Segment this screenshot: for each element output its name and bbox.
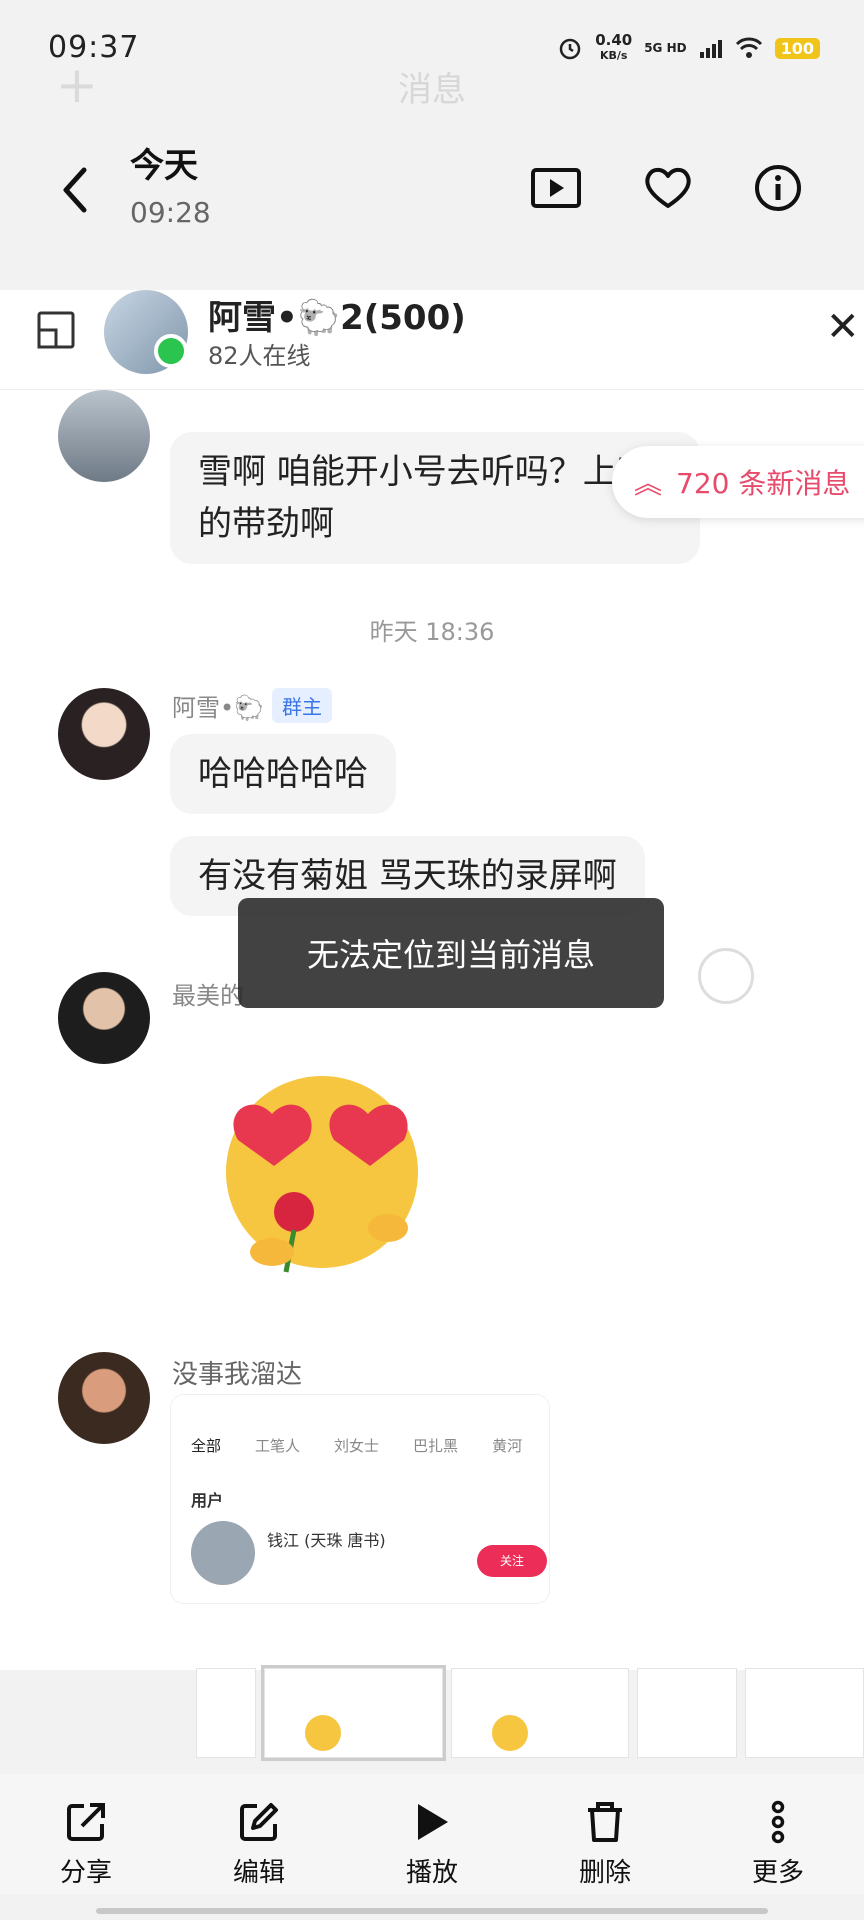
sender-name: 阿雪•🐑 (172, 694, 265, 722)
ghost-app-title: 消息 (398, 70, 466, 110)
back-arrow-icon[interactable] (56, 160, 96, 220)
heart-icon (645, 167, 691, 208)
mini-tabs: 全部 工笔人 刘女士 巴扎黑 黄河 (191, 1435, 522, 1456)
owner-badge: 群主 (272, 688, 332, 723)
float-window-icon[interactable] (36, 310, 76, 350)
speed-value: 0.40 (595, 31, 633, 49)
thumbnail[interactable] (450, 1668, 630, 1758)
edit-button[interactable]: 编辑 (197, 1774, 321, 1894)
timestamp: 昨天 18:36 (369, 618, 495, 646)
select-checkbox[interactable] (698, 948, 754, 1004)
date-title: 今天 (130, 146, 198, 186)
mini-follow-button: 关注 (477, 1545, 547, 1577)
share-button[interactable]: 分享 (24, 1774, 148, 1894)
avatar[interactable] (58, 390, 150, 482)
date-time: 09:28 (130, 196, 211, 229)
status-icons: 0.40 KB/s 5G HD 100 (557, 32, 820, 64)
toast-message: 无法定位到当前消息 (238, 898, 664, 1008)
home-indicator[interactable] (96, 1908, 768, 1914)
mini-tab: 工笔人 (255, 1437, 301, 1455)
group-header: 阿雪•🐑2(500) 82人在线 ✕ (0, 290, 864, 390)
favorite-button[interactable] (638, 158, 698, 218)
info-button[interactable] (748, 158, 808, 218)
delete-button[interactable]: 删除 (543, 1774, 667, 1894)
delete-label: 删除 (578, 1858, 631, 1888)
thumbnail[interactable] (196, 1668, 256, 1758)
sender-name: 最美的 (172, 982, 244, 1010)
avatar[interactable] (58, 972, 150, 1064)
info-icon (755, 165, 801, 211)
play-box-icon (531, 168, 581, 208)
online-indicator (154, 334, 188, 368)
new-messages-label: 720 条新消息 (676, 467, 851, 500)
play-icon (418, 1804, 448, 1840)
more-label: 更多 (751, 1858, 804, 1888)
thumbnail[interactable] (744, 1668, 864, 1758)
mini-tab: 刘女士 (334, 1437, 380, 1455)
screenshot-content[interactable]: 阿雪•🐑2(500) 82人在线 ✕ 雪啊 咱能开小号去听吗？上听的带劲啊 ︽ … (0, 290, 864, 1670)
group-online-count: 82人在线 (208, 342, 311, 370)
heart-eyes-emoji-sticker (226, 1076, 418, 1273)
play-button[interactable]: 播放 (370, 1774, 494, 1894)
share-label: 分享 (59, 1858, 112, 1888)
edit-label: 编辑 (232, 1858, 285, 1888)
battery-indicator: 100 (774, 37, 820, 59)
trash-icon (588, 1802, 622, 1842)
network-speed: 0.40 KB/s (595, 32, 632, 64)
group-name: 阿雪•🐑2(500) (208, 298, 466, 338)
alarm-icon (559, 38, 581, 60)
thumbnail-current[interactable] (260, 1665, 446, 1761)
mini-section-label: 用户 (191, 1491, 224, 1510)
mini-tab: 全部 (191, 1437, 222, 1455)
more-button[interactable]: 更多 (716, 1774, 840, 1894)
thumbnail[interactable] (637, 1668, 737, 1758)
shared-screenshot-card[interactable]: 全部 工笔人 刘女士 巴扎黑 黄河 用户 钱江 (天珠 唐书) 关注 (170, 1394, 550, 1604)
edit-icon (240, 1803, 278, 1841)
double-chevron-up-icon: ︽ (634, 467, 663, 500)
network-type: 5G HD (644, 41, 687, 55)
message-bubble: 哈哈哈哈哈 (170, 734, 396, 814)
sender-name: 没事我溜达 (172, 1360, 303, 1390)
share-icon (67, 1803, 105, 1841)
close-icon[interactable]: ✕ (826, 304, 860, 350)
video-play-button[interactable] (526, 158, 586, 218)
avatar[interactable] (58, 688, 150, 780)
bottom-toolbar: 分享 编辑 播放 删除 更多 (0, 1774, 864, 1894)
signal-icon (699, 40, 722, 58)
mini-tab: 黄河 (492, 1437, 523, 1455)
thumb-emoji (304, 1715, 341, 1751)
avatar[interactable] (58, 1352, 150, 1444)
new-messages-button[interactable]: ︽ 720 条新消息 (612, 446, 864, 518)
mini-user-avatar (191, 1521, 255, 1585)
mini-user-name: 钱江 (天珠 唐书) (267, 1531, 386, 1550)
thumb-emoji (491, 1715, 528, 1751)
thumbnail-strip[interactable] (0, 1665, 864, 1761)
mini-tab: 巴扎黑 (413, 1437, 459, 1455)
wifi-icon (735, 37, 762, 58)
play-label: 播放 (405, 1858, 458, 1888)
more-dots-icon (771, 1800, 785, 1844)
